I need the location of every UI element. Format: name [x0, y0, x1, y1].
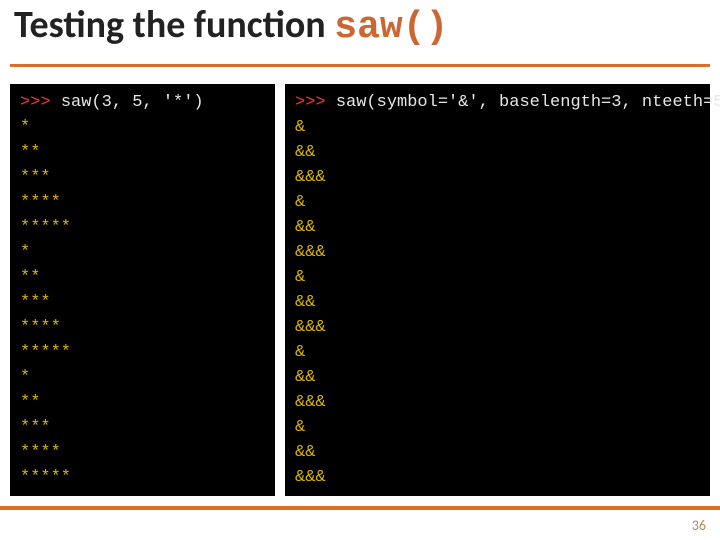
- code-block-left: >>> saw(3, 5, '*') * ** *** **** ***** *…: [10, 84, 275, 496]
- slide: Testing the function saw() >>> saw(3, 5,…: [0, 0, 720, 540]
- title-plain: Testing the function: [14, 2, 334, 48]
- code-block-right: >>> saw(symbol='&', baselength=3, nteeth…: [285, 84, 710, 496]
- slide-title: Testing the function saw(): [14, 6, 448, 47]
- code-row: >>> saw(3, 5, '*') * ** *** **** ***** *…: [10, 84, 710, 496]
- footer-accent-bar: [0, 506, 720, 510]
- title-code: saw(): [334, 6, 448, 49]
- title-underline: [10, 64, 710, 67]
- page-number: 36: [692, 517, 706, 534]
